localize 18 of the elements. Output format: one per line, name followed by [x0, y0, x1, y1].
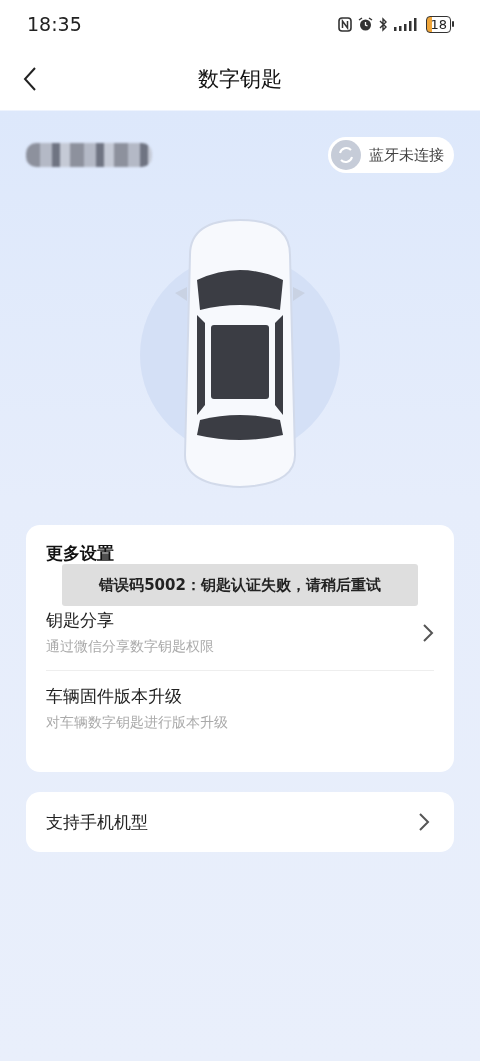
clock-time: 18:35	[27, 13, 82, 35]
nfc-icon	[338, 16, 353, 32]
item-subtitle: 对车辆数字钥匙进行版本升级	[46, 714, 228, 732]
item-title: 支持手机机型	[46, 810, 148, 834]
item-title: 车辆固件版本升级	[46, 685, 183, 708]
menu-item[interactable]: 支持手机机型	[26, 792, 454, 852]
refresh-icon	[331, 140, 361, 170]
battery-icon: 18	[426, 15, 454, 33]
item-subtitle: 通过微信分享数字钥匙权限	[46, 638, 214, 656]
item-title: 钥匙分享	[46, 609, 115, 632]
bluetooth-icon	[379, 16, 389, 32]
settings-item[interactable]: 钥匙分享 通过微信分享数字钥匙权限	[46, 605, 434, 670]
error-toast: 错误码5002：钥匙认证失败，请稍后重试	[62, 564, 418, 606]
alarm-icon	[358, 16, 374, 32]
section-title: 更多设置	[46, 543, 115, 563]
settings-item[interactable]: 车辆固件版本升级 对车辆数字钥匙进行版本升级	[46, 670, 434, 746]
page-title: 数字钥匙	[198, 66, 282, 93]
bluetooth-status-button[interactable]: 蓝牙未连接	[328, 137, 454, 173]
